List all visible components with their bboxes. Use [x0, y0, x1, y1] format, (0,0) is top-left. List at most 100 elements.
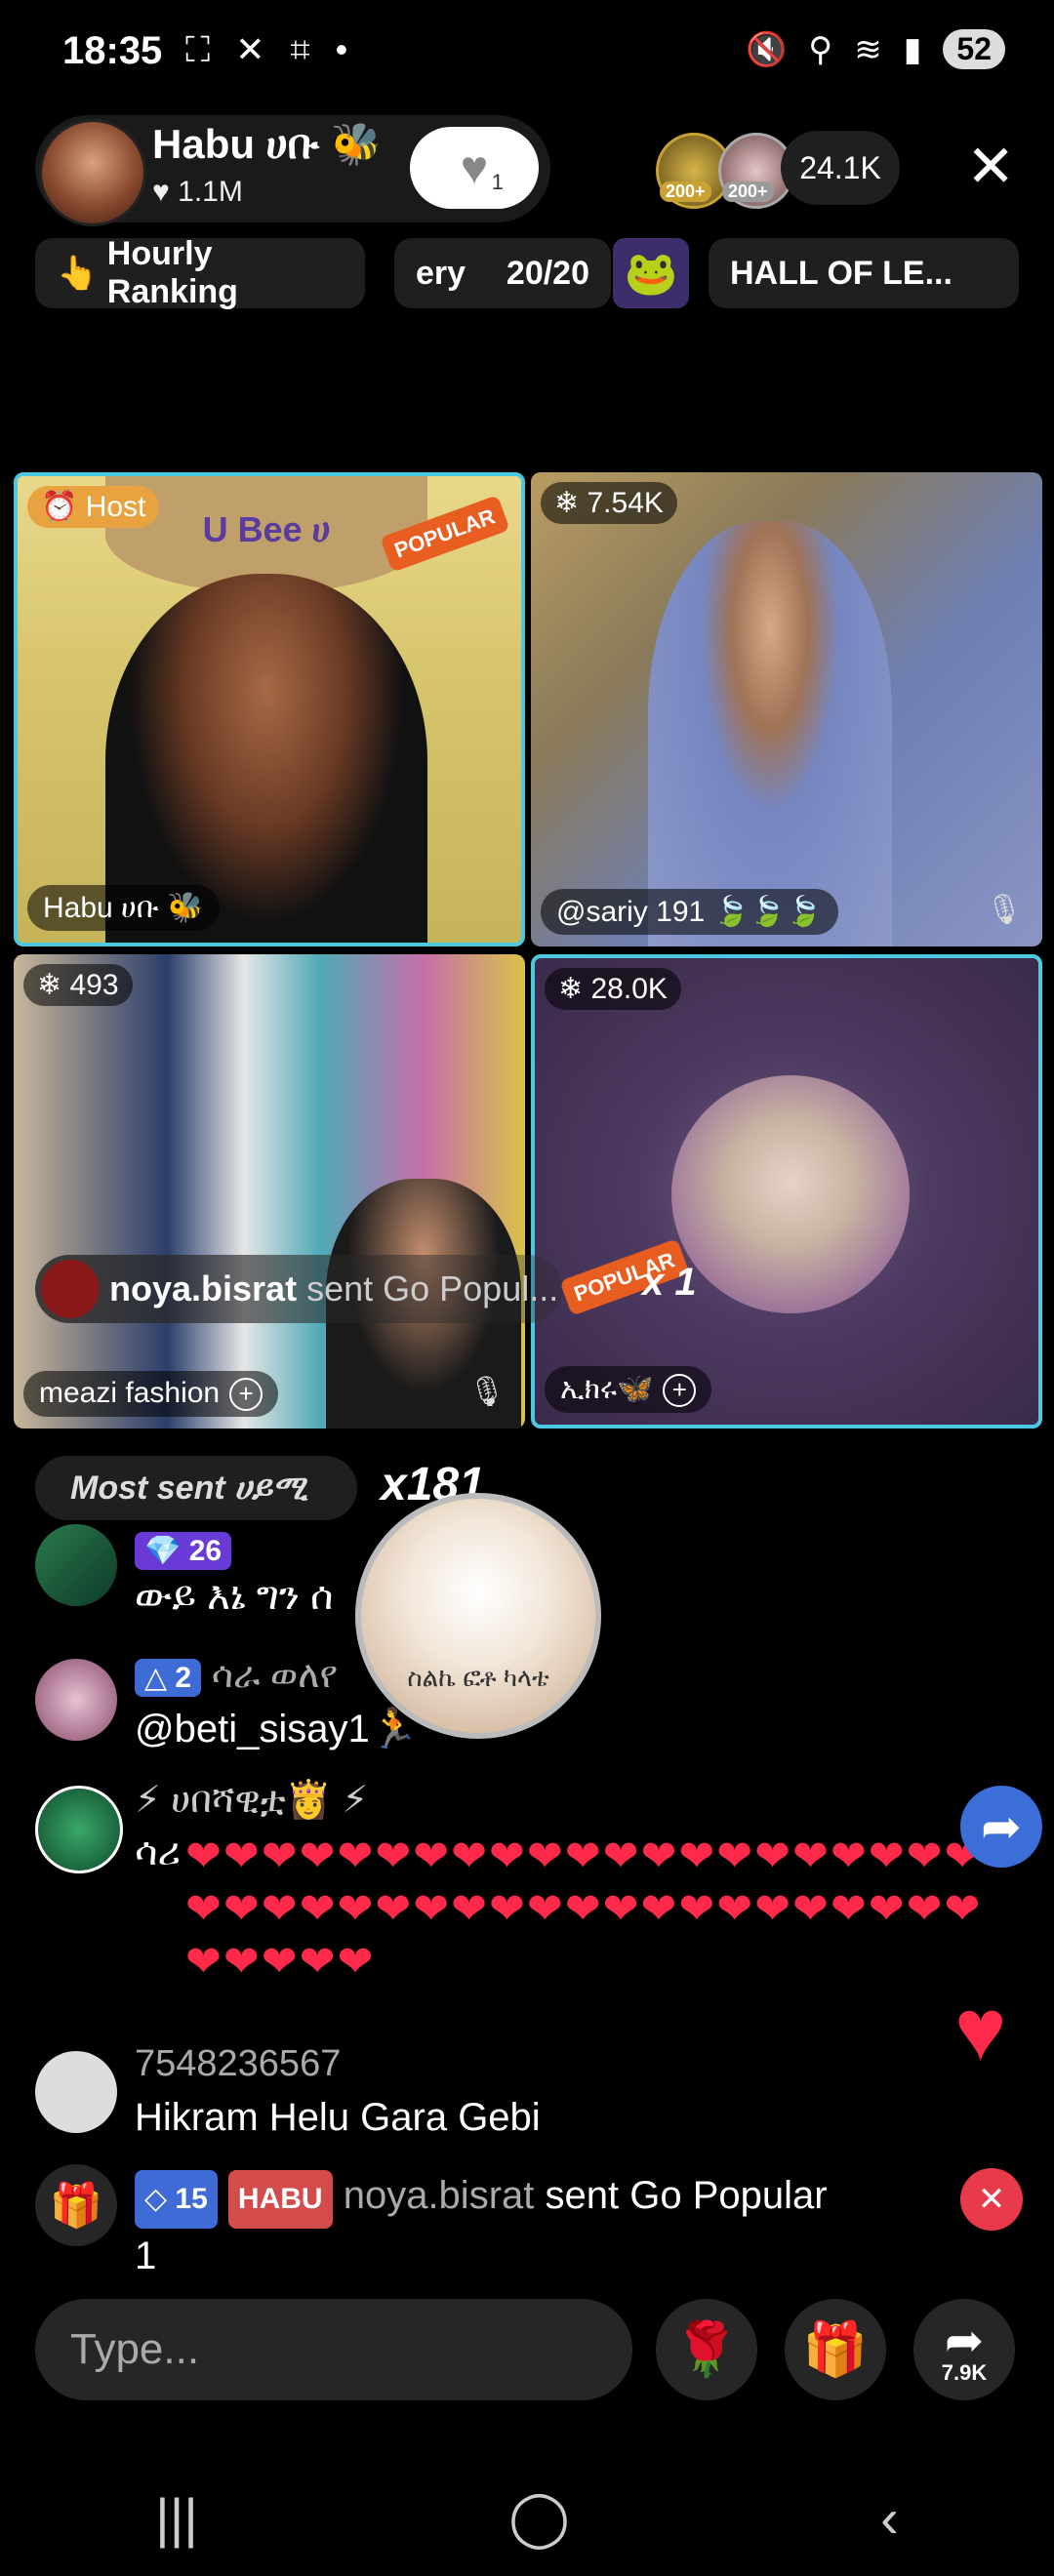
tile-count-2-value: 7.54K	[587, 487, 664, 519]
notification-icons: ⛶ ✕ ⌗ •	[185, 29, 356, 69]
floating-avatar-text: ስልኬ ፎቶ ካላቴ	[407, 1663, 549, 1692]
fan-club-tag: HABU	[227, 2170, 333, 2229]
chat-avatar-1[interactable]	[35, 1524, 117, 1606]
heart-emoji: ❤	[185, 1832, 223, 1880]
viewer-count[interactable]: 24.1K	[781, 131, 900, 205]
heart-emoji: ❤	[489, 1885, 527, 1933]
heart-emoji: ❤	[185, 1938, 223, 1986]
chat-avatar-4[interactable]	[35, 2051, 117, 2133]
level-badge: 💎 26	[135, 1532, 232, 1570]
heart-emoji: ❤	[185, 1885, 223, 1933]
chat-input[interactable]: Type...	[35, 2299, 632, 2400]
lottery-chip[interactable]: ery 20/20	[394, 238, 611, 308]
mute-icon: 🔇	[745, 30, 788, 68]
tile-count-4: ❄ 28.0K	[545, 968, 681, 1010]
heart-emoji: ❤	[564, 1885, 603, 1933]
clock: 18:35	[62, 29, 163, 72]
add-icon[interactable]: +	[663, 1374, 697, 1407]
floating-camera-avatar[interactable]: ስልኬ ፎቶ ካላቴ	[355, 1493, 601, 1739]
signal-icon: ▮	[903, 30, 922, 68]
tile-label-host: Habu ሀቡ 🐝	[27, 885, 220, 931]
gift-sender-avatar	[41, 1260, 100, 1318]
heart-emoji-message: ❤❤❤❤❤❤❤❤❤❤❤❤❤❤❤❤❤❤❤❤❤❤❤❤❤❤❤❤❤❤❤❤❤❤❤❤❤❤❤❤…	[135, 1831, 993, 1989]
heart-emoji: ❤	[792, 1885, 831, 1933]
chat-message-5: ◇ 15 HABU noya.bisrat sent Go Popular 1	[135, 2168, 974, 2283]
fire-icon: 👆	[57, 255, 99, 292]
video-tile-2[interactable]: ❄ 7.54K @sariy 191 🍃🍃🍃 🎙	[531, 472, 1042, 946]
back-icon[interactable]: ‹	[880, 2486, 899, 2550]
close-icon[interactable]: ✕	[966, 133, 1015, 201]
close-gift-icon[interactable]: ✕	[960, 2168, 1023, 2231]
host-likes-value: 1.1M	[178, 176, 243, 208]
level-badge-value: 2	[175, 1662, 192, 1694]
heart-emoji: ❤	[640, 1885, 679, 1933]
host-badge-label: Host	[85, 491, 146, 523]
heart-emoji: ❤	[944, 1885, 983, 1933]
heart-emoji: ❤	[337, 1885, 376, 1933]
heart-emoji: ❤	[640, 1832, 679, 1880]
level-badge-value: 26	[188, 1535, 223, 1567]
battery-indicator: 52	[943, 29, 1005, 69]
heart-emoji: ❤	[792, 1832, 831, 1880]
wifi-icon: ≋	[854, 30, 882, 68]
level-badge: ◇ 15	[135, 2170, 218, 2229]
heart-emoji: ❤	[526, 1885, 565, 1933]
video-tile-host[interactable]: U Bee ሀ ⏰ Host POPULAR Habu ሀቡ 🐝	[14, 472, 525, 946]
heart-emoji: ❤	[754, 1885, 792, 1933]
heart-emoji: ❤	[375, 1885, 414, 1933]
like-heart-icon[interactable]: ♥	[954, 1981, 1006, 2081]
video-tile-4[interactable]: ❄ 28.0K ኢክሩ🦋 +	[531, 954, 1042, 1429]
heart-emoji: ❤	[261, 1938, 300, 1986]
chat-avatar-3[interactable]	[35, 1786, 123, 1873]
heart-emoji: ❤	[451, 1832, 489, 1880]
most-sent-label: Most sent ሀይሚ	[35, 1456, 357, 1520]
home-icon[interactable]: ◯	[508, 2485, 570, 2550]
hall-badge-icon[interactable]: 🐸	[613, 238, 689, 308]
add-icon[interactable]: +	[229, 1378, 264, 1411]
level-badge-value: 15	[175, 2183, 208, 2215]
heart-emoji: ❤	[261, 1885, 300, 1933]
host-name: Habu ሀቡ 🐝	[152, 121, 383, 167]
chat-avatar-2[interactable]	[35, 1659, 117, 1741]
share-button[interactable]: ➦ 7.9K	[913, 2299, 1015, 2400]
hourly-ranking-label: Hourly Ranking	[106, 235, 238, 310]
gift-multiplier: x 1	[642, 1261, 697, 1304]
host-avatar[interactable]	[39, 119, 146, 226]
tile-label-4: ኢክሩ🦋 +	[545, 1366, 712, 1413]
tile-count-3: ❄ 493	[23, 964, 133, 1006]
gift-button[interactable]: 🎁	[785, 2299, 886, 2400]
tile-label-3-text: meazi fashion	[39, 1377, 221, 1409]
heart-emoji: ❤	[602, 1832, 641, 1880]
tile-count-4-value: 28.0K	[590, 973, 668, 1005]
heart-emoji: ❤	[678, 1832, 717, 1880]
gift-extra: 1	[135, 2234, 157, 2277]
follow-heart-button[interactable]: ♥ 1	[410, 127, 539, 209]
heart-emoji: ❤	[906, 1832, 945, 1880]
heart-emoji: ❤	[223, 1885, 262, 1933]
heart-emoji: ❤	[413, 1832, 452, 1880]
video-tile-3[interactable]: ❄ 493 meazi fashion + 🎙	[14, 954, 525, 1429]
chat-message-4: Hikram Helu Gara Gebi	[135, 2096, 541, 2139]
follow-count: 1	[491, 170, 504, 194]
rose-icon: 🌹	[673, 2319, 740, 2379]
heart-emoji: ❤	[413, 1885, 452, 1933]
share-count: 7.9K	[941, 2360, 988, 2385]
hourly-ranking-chip[interactable]: 👆 Hourly Ranking	[35, 235, 365, 310]
chat-meta-1: 💎 26	[135, 1528, 232, 1570]
recent-apps-icon[interactable]: |||	[155, 2486, 198, 2550]
rose-gift-button[interactable]: 🌹	[656, 2299, 757, 2400]
lottery-progress: 20/20	[506, 254, 589, 292]
level-badge: △ 2	[135, 1659, 202, 1697]
share-arrow-icon[interactable]: ➦	[960, 1786, 1042, 1868]
heart-emoji: ❤	[299, 1832, 338, 1880]
guest-avatar-4	[671, 1075, 910, 1313]
hall-of-legends-chip[interactable]: HALL OF LE...	[709, 238, 1019, 308]
heart-emoji: ❤	[337, 1832, 376, 1880]
guest-person-2	[648, 521, 892, 946]
heart-emoji: ❤	[906, 1885, 945, 1933]
lottery-label: ery	[416, 254, 466, 292]
gift-icon: 🎁	[35, 2164, 117, 2246]
heart-emoji: ❤	[337, 1938, 376, 1986]
heart-emoji: ❤	[868, 1885, 907, 1933]
tile-label-3: meazi fashion +	[23, 1371, 279, 1417]
